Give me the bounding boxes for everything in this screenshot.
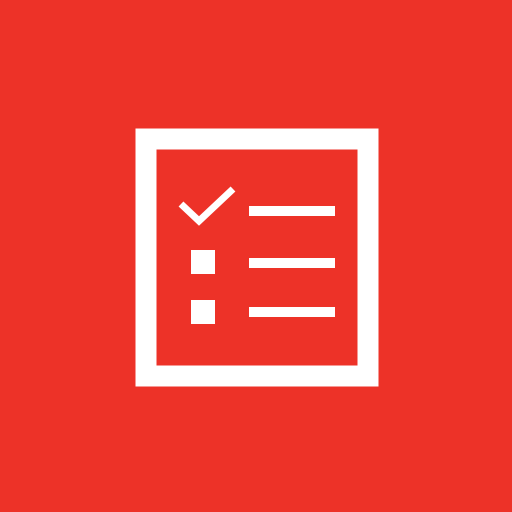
list-line-1 bbox=[249, 206, 335, 216]
square-bullet-icon bbox=[191, 250, 215, 274]
square-bullet-icon bbox=[191, 300, 215, 324]
list-line-2 bbox=[249, 258, 335, 268]
icon-background bbox=[0, 0, 512, 512]
checklist-icon bbox=[0, 0, 512, 512]
list-line-3 bbox=[249, 307, 335, 317]
checklist-app-icon bbox=[0, 0, 512, 512]
